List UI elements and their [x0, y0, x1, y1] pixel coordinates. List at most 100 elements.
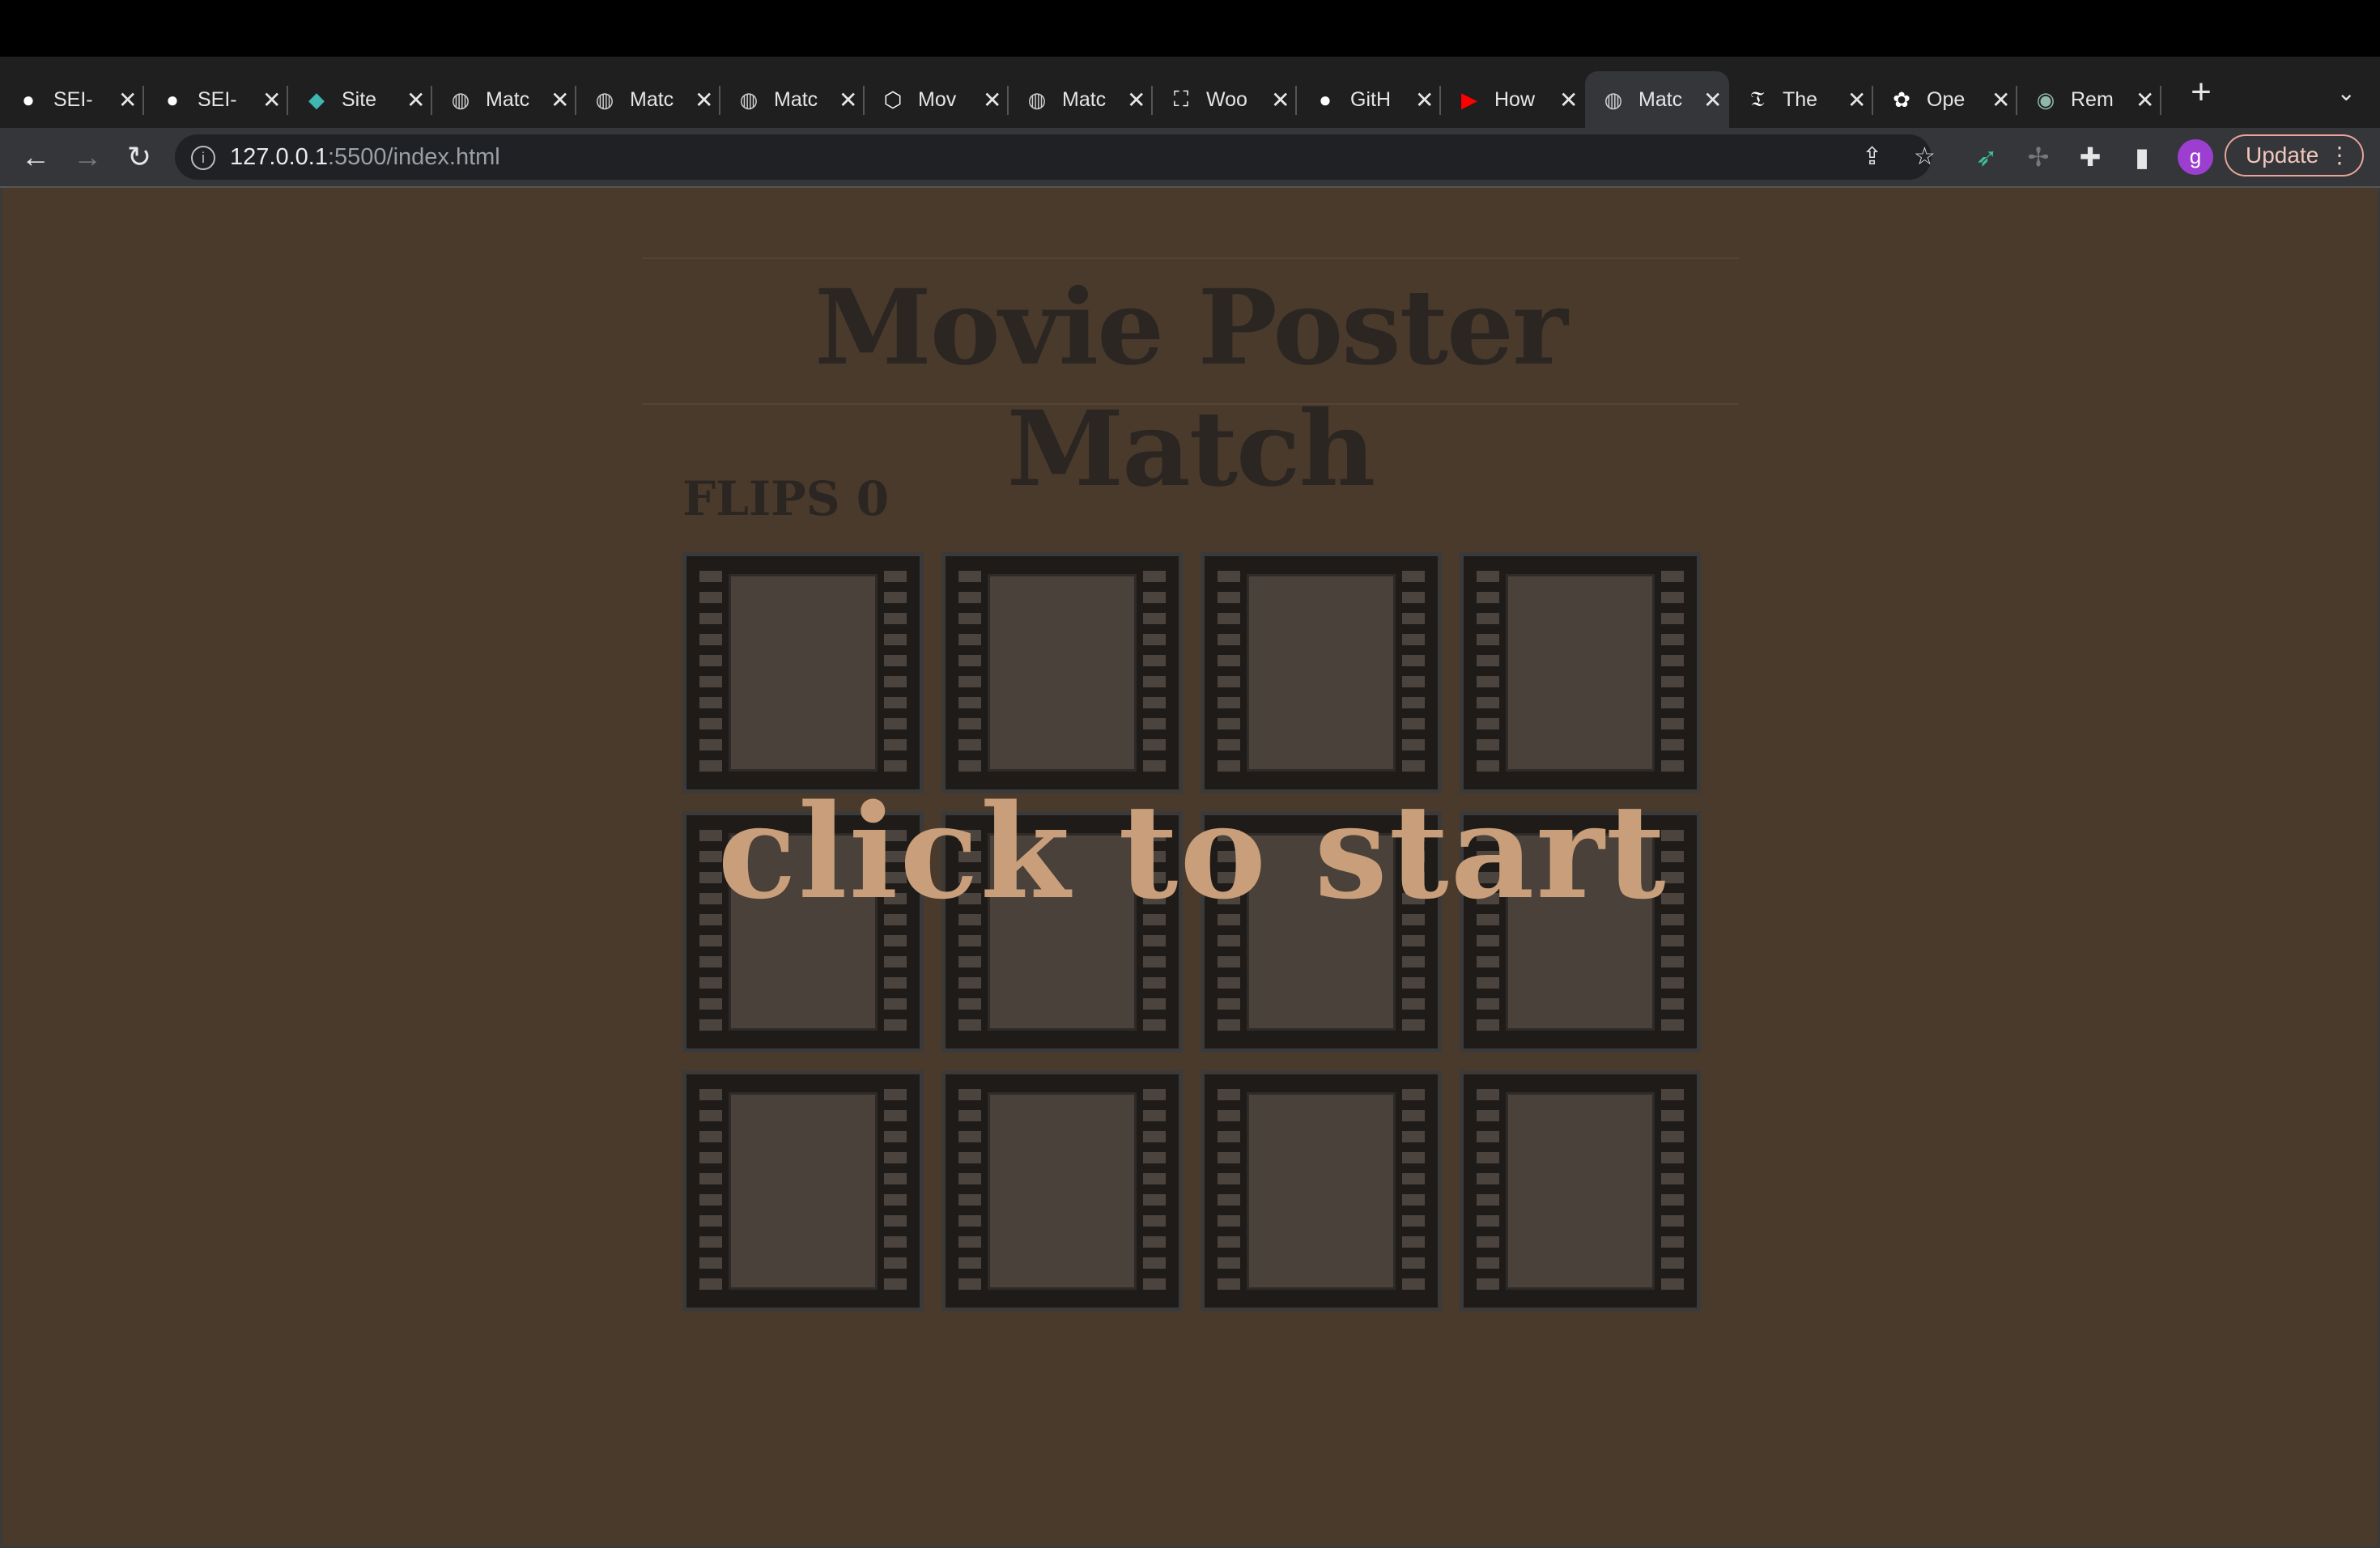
film-card[interactable] [1460, 1070, 1701, 1312]
browser-tab[interactable]: ✿ Ope ✕ [1873, 71, 2017, 128]
close-tab-icon[interactable]: ✕ [839, 87, 857, 113]
film-sprocket-holes [1143, 571, 1166, 773]
codepen-icon: ⬡ [883, 87, 903, 112]
update-button[interactable]: Update ⋮ [2225, 134, 2364, 176]
tab-separator [2160, 86, 2161, 115]
film-card[interactable] [1460, 552, 1701, 793]
film-sprocket-holes [1402, 1089, 1425, 1291]
browser-tab[interactable]: ● SEI- ✕ [0, 71, 144, 128]
browser-tab[interactable]: ◆ Site ✕ [288, 71, 432, 128]
browser-tab[interactable]: ◍ Matc ✕ [1585, 71, 1729, 128]
browser-tab[interactable]: ◍ Matc ✕ [1009, 71, 1153, 128]
film-frame [729, 574, 878, 772]
site-info-icon[interactable]: i [191, 146, 215, 170]
chatgpt-icon: ◉ [2036, 87, 2055, 112]
film-frame [988, 1092, 1137, 1290]
close-tab-icon[interactable]: ✕ [695, 87, 713, 113]
tab-title: How [1494, 87, 1536, 111]
browser-tab[interactable]: ● SEI- ✕ [144, 71, 288, 128]
close-tab-icon[interactable]: ✕ [983, 87, 1001, 113]
share-icon[interactable]: ⇪ [1862, 142, 1882, 171]
address-bar[interactable]: i 127.0.0.1:5500/index.html ⇪ ☆ [175, 134, 1936, 180]
page-viewport: Movie Poster Match FLIPS 0 click to star… [0, 188, 2380, 1548]
film-card[interactable] [1201, 552, 1442, 793]
browser-tab[interactable]: ● GitH ✕ [1297, 71, 1441, 128]
film-sprocket-holes [1218, 571, 1240, 773]
diamond-icon: ◆ [308, 87, 325, 112]
film-sprocket-holes [1661, 1089, 1684, 1291]
film-card[interactable] [941, 1070, 1183, 1312]
close-tab-icon[interactable]: ✕ [1991, 87, 2010, 113]
click-to-start-overlay[interactable]: click to start [2, 779, 2380, 925]
browser-tab[interactable]: ◉ Rem ✕ [2017, 71, 2161, 128]
browser-toolbar: ← → ↻ i 127.0.0.1:5500/index.html ⇪ ☆ ➶ … [0, 128, 2380, 188]
film-card[interactable] [1201, 1070, 1442, 1312]
tab-title: Matc [486, 87, 530, 111]
flips-counter: FLIPS 0 [682, 471, 890, 526]
film-sprocket-holes [699, 1089, 722, 1291]
kebab-menu-icon[interactable]: ⋮ [2328, 136, 2351, 175]
film-card[interactable] [682, 1070, 924, 1312]
film-sprocket-holes [1477, 571, 1499, 773]
new-tab-button[interactable]: + [2181, 72, 2221, 113]
url-text[interactable]: 127.0.0.1:5500/index.html [230, 144, 500, 171]
reload-icon[interactable]: ↻ [121, 139, 157, 175]
frame-icon: ⛶ [1173, 87, 1189, 111]
close-tab-icon[interactable]: ✕ [1271, 87, 1290, 113]
browser-tab[interactable]: ◍ Matc ✕ [432, 71, 576, 128]
tab-search-chevron-icon[interactable]: ⌄ [2337, 79, 2356, 106]
tab-title: Woo [1206, 87, 1247, 111]
browser-tab[interactable]: ◍ Matc ✕ [576, 71, 720, 128]
close-tab-icon[interactable]: ✕ [406, 87, 425, 113]
browser-tab[interactable]: ⬡ Mov ✕ [865, 71, 1009, 128]
globe-icon: ◍ [1604, 87, 1623, 112]
tab-title: Ope [1927, 87, 1966, 111]
film-sprocket-holes [699, 571, 722, 773]
tab-title: Matc [774, 87, 818, 111]
github-icon: ● [1319, 87, 1332, 112]
globe-icon: ◍ [1027, 87, 1047, 112]
youtube-icon: ▶ [1461, 87, 1477, 112]
extensions-puzzle-icon[interactable]: ✚ [2072, 139, 2108, 175]
tab-title: Mov [918, 87, 957, 111]
close-tab-icon[interactable]: ✕ [1559, 87, 1578, 113]
forward-arrow-icon[interactable]: → [70, 139, 105, 175]
close-tab-icon[interactable]: ✕ [262, 87, 281, 113]
close-tab-icon[interactable]: ✕ [1703, 87, 1722, 113]
side-panel-icon[interactable]: ▮ [2124, 139, 2160, 175]
film-sprocket-holes [884, 571, 907, 773]
close-tab-icon[interactable]: ✕ [2136, 87, 2154, 113]
browser-tab[interactable]: ▶ How ✕ [1441, 71, 1585, 128]
back-arrow-icon[interactable]: ← [18, 139, 53, 175]
browser-tab[interactable]: ◍ Matc ✕ [720, 71, 865, 128]
close-tab-icon[interactable]: ✕ [118, 87, 137, 113]
film-frame [1506, 1092, 1655, 1290]
globe-icon: ◍ [739, 87, 759, 112]
profile-avatar[interactable]: g [2178, 139, 2213, 175]
page-header: Movie Poster Match [642, 257, 1739, 510]
film-card[interactable] [682, 552, 924, 793]
close-tab-icon[interactable]: ✕ [1415, 87, 1434, 113]
tab-title: Site [342, 87, 377, 111]
browser-tab[interactable]: 𝔗 The ✕ [1729, 71, 1873, 128]
film-frame [1506, 574, 1655, 772]
browser-tab[interactable]: ⛶ Woo ✕ [1153, 71, 1297, 128]
close-tab-icon[interactable]: ✕ [1127, 87, 1145, 113]
film-frame [729, 1092, 878, 1290]
film-sprocket-holes [958, 571, 981, 773]
tab-title: Matc [1062, 87, 1107, 111]
github-icon: ● [22, 87, 35, 112]
window-top-bar [0, 0, 2380, 57]
film-sprocket-holes [958, 1089, 981, 1291]
film-sprocket-holes [1143, 1089, 1166, 1291]
update-label: Update [2246, 142, 2319, 168]
extension-cross-icon[interactable]: ✢ [2021, 139, 2056, 175]
extension-bird-icon[interactable]: ➶ [1969, 139, 2004, 175]
close-tab-icon[interactable]: ✕ [550, 87, 569, 113]
film-sprocket-holes [1477, 1089, 1499, 1291]
tab-title: Rem [2071, 87, 2114, 111]
close-tab-icon[interactable]: ✕ [1847, 87, 1866, 113]
card-grid [682, 552, 1702, 1312]
film-card[interactable] [941, 552, 1183, 793]
bookmark-star-icon[interactable]: ☆ [1914, 142, 1936, 171]
